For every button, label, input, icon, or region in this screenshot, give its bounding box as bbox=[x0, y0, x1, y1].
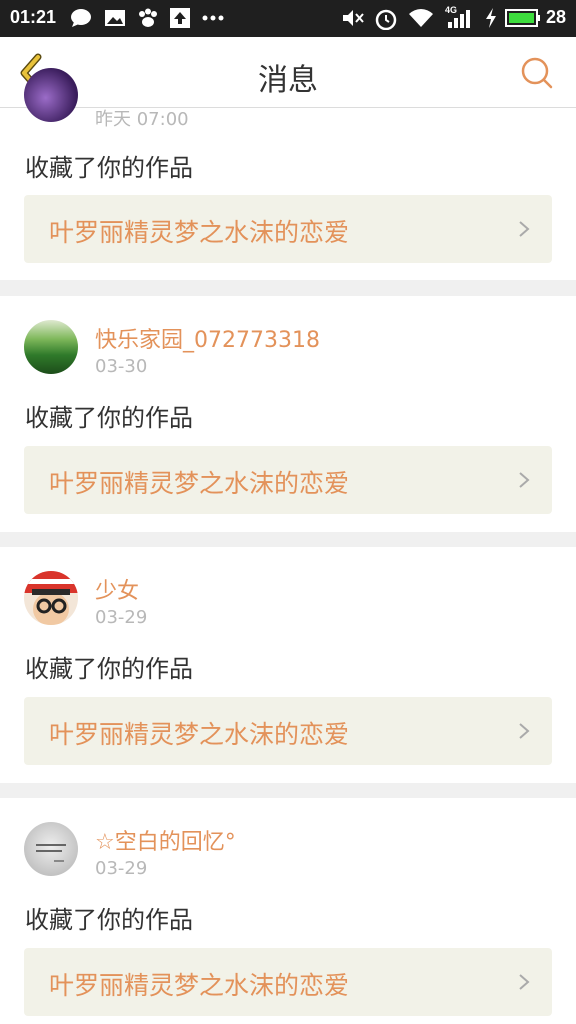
status-bar: 01:21 4G 28 bbox=[0, 0, 576, 37]
user-name[interactable]: ☆空白的回忆° bbox=[95, 824, 236, 856]
work-title: 叶罗丽精灵梦之水沫的恋爱 bbox=[49, 218, 350, 247]
message-action: 收藏了你的作品 bbox=[25, 655, 193, 683]
battery-level: 28 bbox=[545, 7, 566, 27]
message-date: 03-30 bbox=[95, 356, 148, 377]
message-date: 03-29 bbox=[95, 858, 148, 879]
work-title: 叶罗丽精灵梦之水沫的恋爱 bbox=[49, 720, 350, 749]
alarm-icon bbox=[375, 9, 397, 30]
message-action: 收藏了你的作品 bbox=[25, 404, 193, 432]
message-date: 03-29 bbox=[95, 607, 148, 628]
chevron-right-icon bbox=[519, 221, 530, 237]
more-dots-icon bbox=[202, 15, 224, 21]
work-title: 叶罗丽精灵梦之水沫的恋爱 bbox=[49, 469, 350, 498]
upload-icon bbox=[170, 8, 190, 28]
app-header: 消息 bbox=[0, 37, 576, 108]
message-card: 少女 03-29 收藏了你的作品 叶罗丽精灵梦之水沫的恋爱 bbox=[0, 547, 576, 783]
chevron-right-icon bbox=[519, 723, 530, 739]
avatar[interactable] bbox=[24, 320, 78, 374]
work-link[interactable]: 叶罗丽精灵梦之水沫的恋爱 bbox=[24, 948, 552, 1016]
image-icon bbox=[105, 10, 125, 26]
signal-icon bbox=[448, 10, 470, 28]
work-link[interactable]: 叶罗丽精灵梦之水沫的恋爱 bbox=[24, 697, 552, 765]
search-icon[interactable] bbox=[520, 56, 554, 90]
user-name[interactable]: 少女 bbox=[95, 573, 139, 605]
avatar-image bbox=[36, 844, 66, 862]
avatar[interactable] bbox=[24, 68, 78, 122]
charging-icon bbox=[486, 8, 496, 28]
message-card: ☆空白的回忆° 03-29 收藏了你的作品 叶罗丽精灵梦之水沫的恋爱 bbox=[0, 798, 576, 1024]
wifi-icon bbox=[409, 9, 433, 27]
message-action: 收藏了你的作品 bbox=[25, 906, 193, 934]
mute-icon bbox=[343, 10, 364, 26]
page-title: 消息 bbox=[258, 63, 318, 98]
avatar[interactable] bbox=[24, 571, 78, 625]
user-name[interactable]: 快乐家园_072773318 bbox=[95, 322, 320, 354]
avatar-image bbox=[24, 571, 78, 625]
message-card: 昨天 07:00 收藏了你的作品 叶罗丽精灵梦之水沫的恋爱 bbox=[0, 68, 576, 280]
battery-icon bbox=[505, 9, 540, 27]
work-link[interactable]: 叶罗丽精灵梦之水沫的恋爱 bbox=[24, 446, 552, 514]
status-time: 01:21 bbox=[10, 7, 57, 27]
chevron-right-icon bbox=[519, 974, 530, 990]
work-link[interactable]: 叶罗丽精灵梦之水沫的恋爱 bbox=[24, 195, 552, 263]
message-date: 昨天 07:00 bbox=[95, 109, 189, 130]
message-action: 收藏了你的作品 bbox=[25, 154, 193, 182]
paw-icon bbox=[139, 8, 157, 27]
chat-icon bbox=[71, 9, 91, 27]
work-title: 叶罗丽精灵梦之水沫的恋爱 bbox=[49, 971, 350, 1000]
avatar[interactable] bbox=[24, 822, 78, 876]
message-card: 快乐家园_072773318 03-30 收藏了你的作品 叶罗丽精灵梦之水沫的恋… bbox=[0, 296, 576, 532]
chevron-right-icon bbox=[519, 472, 530, 488]
